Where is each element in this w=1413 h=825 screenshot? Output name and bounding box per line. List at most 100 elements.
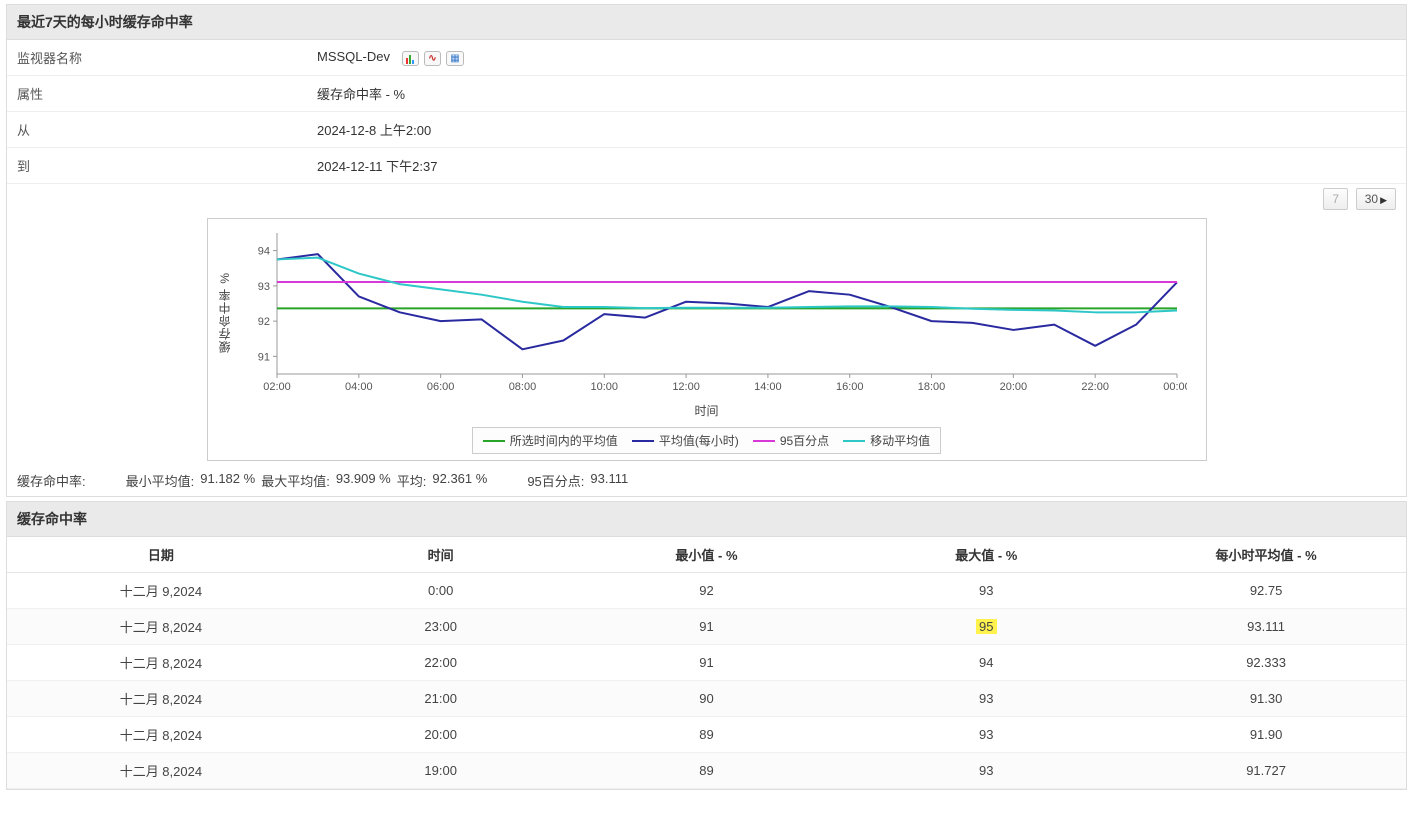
bar-chart-icon[interactable] — [402, 51, 419, 66]
stats-min-label: 最小平均值: — [126, 471, 195, 490]
table-row: 十二月 8,202422:00919492.333 — [7, 645, 1406, 681]
monitor-label: 监视器名称 — [7, 40, 307, 76]
cell-time: 22:00 — [315, 645, 567, 681]
svg-text:16:00: 16:00 — [835, 381, 863, 393]
legend-hourly-avg: 平均值(每小时) — [632, 432, 739, 449]
cell-time: 21:00 — [315, 681, 567, 717]
stats-avg-value: 92.361 % — [432, 471, 487, 490]
legend-moving-avg-label: 移动平均值 — [870, 432, 930, 449]
cell-min: 90 — [567, 681, 847, 717]
table-row: 十二月 8,202419:00899391.727 — [7, 753, 1406, 789]
stats-prop-label: 缓存命中率: — [17, 471, 86, 490]
cell-avg: 91.727 — [1126, 753, 1406, 789]
stats-min-value: 91.182 % — [200, 471, 255, 490]
stats-p95-label: 95百分点: — [527, 471, 584, 490]
data-panel: 缓存命中率 日期 时间 最小值 - % 最大值 - % 每小时平均值 - % 十… — [6, 501, 1407, 790]
top-panel: 最近7天的每小时缓存命中率 监视器名称 MSSQL-Dev ∿ ▦ 属性 缓存命… — [6, 4, 1407, 497]
svg-text:10:00: 10:00 — [590, 381, 618, 393]
chart-wrap: 缓存命中率 % 9192939402:0004:0006:0008:0010:0… — [7, 214, 1406, 461]
cell-max: 93 — [846, 681, 1126, 717]
cell-date: 十二月 8,2024 — [7, 681, 315, 717]
grid-icon[interactable]: ▦ — [446, 51, 463, 66]
cell-avg: 92.75 — [1126, 573, 1406, 609]
table-row: 十二月 9,20240:00929392.75 — [7, 573, 1406, 609]
cell-max: 94 — [846, 645, 1126, 681]
monitor-value: MSSQL-Dev — [317, 49, 390, 64]
cell-max: 93 — [846, 753, 1126, 789]
legend-p95: 95百分点 — [753, 432, 829, 449]
cell-avg: 91.30 — [1126, 681, 1406, 717]
cell-time: 19:00 — [315, 753, 567, 789]
cell-date: 十二月 8,2024 — [7, 645, 315, 681]
legend-p95-label: 95百分点 — [780, 432, 829, 449]
cell-min: 92 — [567, 573, 847, 609]
cell-min: 89 — [567, 753, 847, 789]
table-row: 十二月 8,202421:00909391.30 — [7, 681, 1406, 717]
svg-text:06:00: 06:00 — [426, 381, 454, 393]
svg-text:12:00: 12:00 — [672, 381, 700, 393]
th-max: 最大值 - % — [846, 537, 1126, 573]
legend-moving-avg: 移动平均值 — [843, 432, 930, 449]
line-chart-icon[interactable]: ∿ — [424, 51, 440, 66]
cell-min: 91 — [567, 609, 847, 645]
th-time: 时间 — [315, 537, 567, 573]
svg-text:08:00: 08:00 — [508, 381, 536, 393]
range-30-button[interactable]: 30▶ — [1356, 188, 1396, 210]
cell-min: 89 — [567, 717, 847, 753]
stats-max-label: 最大平均值: — [261, 471, 330, 490]
chevron-right-icon: ▶ — [1380, 195, 1387, 205]
x-axis-label: 时间 — [216, 402, 1198, 419]
cell-time: 20:00 — [315, 717, 567, 753]
cell-time: 23:00 — [315, 609, 567, 645]
data-table: 日期 时间 最小值 - % 最大值 - % 每小时平均值 - % 十二月 9,2… — [7, 537, 1406, 789]
svg-text:00:00: 00:00 — [1163, 381, 1187, 393]
attr-label: 属性 — [7, 76, 307, 112]
th-avg: 每小时平均值 - % — [1126, 537, 1406, 573]
to-label: 到 — [7, 148, 307, 184]
svg-text:94: 94 — [257, 246, 269, 258]
stats-row: 缓存命中率: 最小平均值: 91.182 % 最大平均值: 93.909 % 平… — [7, 461, 1406, 496]
svg-text:14:00: 14:00 — [754, 381, 782, 393]
cell-date: 十二月 8,2024 — [7, 609, 315, 645]
range-7-button[interactable]: 7 — [1323, 188, 1348, 210]
cell-max: 93 — [846, 717, 1126, 753]
from-value: 2024-12-8 上午2:00 — [307, 112, 1406, 148]
legend: 所选时间内的平均值 平均值(每小时) 95百分点 移动平均值 — [472, 427, 941, 454]
svg-text:20:00: 20:00 — [999, 381, 1027, 393]
legend-hourly-avg-label: 平均值(每小时) — [659, 432, 739, 449]
cell-avg: 93.111 — [1126, 609, 1406, 645]
svg-text:91: 91 — [257, 351, 269, 363]
th-date: 日期 — [7, 537, 315, 573]
stats-max-value: 93.909 % — [336, 471, 391, 490]
svg-text:22:00: 22:00 — [1081, 381, 1109, 393]
table-row: 十二月 8,202423:00919593.111 — [7, 609, 1406, 645]
attr-value: 缓存命中率 - % — [307, 76, 1406, 112]
cell-max: 95 — [846, 609, 1126, 645]
cell-time: 0:00 — [315, 573, 567, 609]
svg-text:04:00: 04:00 — [345, 381, 373, 393]
cell-max: 93 — [846, 573, 1126, 609]
svg-text:02:00: 02:00 — [263, 381, 291, 393]
svg-text:93: 93 — [257, 281, 269, 293]
legend-overall-avg-label: 所选时间内的平均值 — [510, 432, 618, 449]
cell-date: 十二月 8,2024 — [7, 753, 315, 789]
from-label: 从 — [7, 112, 307, 148]
monitor-value-cell: MSSQL-Dev ∿ ▦ — [307, 40, 1406, 76]
cell-avg: 92.333 — [1126, 645, 1406, 681]
svg-text:92: 92 — [257, 316, 269, 328]
th-min: 最小值 - % — [567, 537, 847, 573]
panel2-title: 缓存命中率 — [7, 502, 1406, 537]
stats-p95-value: 93.111 — [590, 471, 628, 490]
line-chart: 91 92 93 94 02:00 04:00 06:00 08:00 10:00 12:00 14… — [237, 225, 1187, 400]
info-table: 监视器名称 MSSQL-Dev ∿ ▦ 属性 缓存命中率 - % 从 2024-… — [7, 40, 1406, 184]
cell-date: 十二月 9,2024 — [7, 573, 315, 609]
stats-avg-label: 平均: — [397, 471, 427, 490]
panel1-title: 最近7天的每小时缓存命中率 — [7, 5, 1406, 40]
to-value: 2024-12-11 下午2:37 — [307, 148, 1406, 184]
table-row: 十二月 8,202420:00899391.90 — [7, 717, 1406, 753]
cell-date: 十二月 8,2024 — [7, 717, 315, 753]
svg-text:18:00: 18:00 — [917, 381, 945, 393]
range-30-label: 30 — [1365, 192, 1378, 206]
legend-overall-avg: 所选时间内的平均值 — [483, 432, 618, 449]
cell-avg: 91.90 — [1126, 717, 1406, 753]
